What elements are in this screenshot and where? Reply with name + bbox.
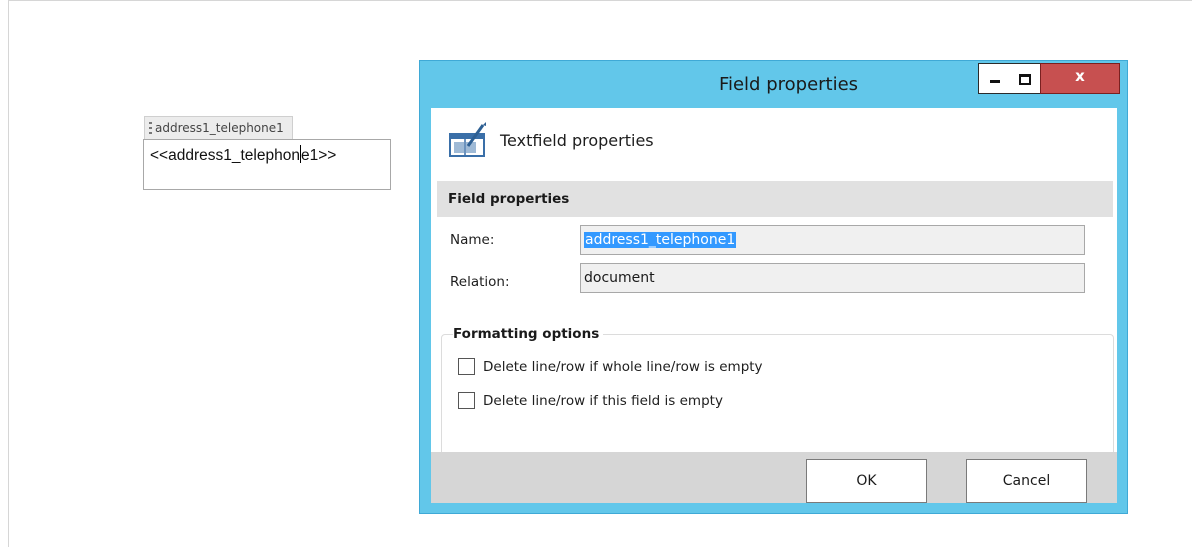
dialog-header-label: Textfield properties: [500, 130, 654, 150]
relation-label: Relation:: [450, 274, 510, 290]
maximize-button[interactable]: [1009, 63, 1041, 94]
merge-field-tag-label: address1_telephone1: [155, 121, 284, 135]
drag-grip-icon[interactable]: [149, 122, 152, 134]
minimize-button[interactable]: [978, 63, 1010, 94]
minimize-icon: [990, 80, 1000, 83]
option-label: Delete line/row if this field is empty: [483, 392, 723, 409]
merge-field-box[interactable]: <<address1_telephone1>>: [143, 139, 391, 190]
ok-button[interactable]: OK: [806, 459, 927, 503]
name-field[interactable]: address1_telephone1: [580, 225, 1085, 255]
name-field-value: address1_telephone1: [584, 232, 737, 248]
field-properties-dialog: Field properties x Textfield properties: [419, 60, 1128, 514]
merge-field-text-end: e1>>: [300, 147, 337, 164]
option-delete-if-field-empty[interactable]: Delete line/row if this field is empty: [458, 392, 723, 409]
name-label: Name:: [450, 232, 495, 248]
relation-field-value: document: [584, 270, 655, 286]
checkbox[interactable]: [458, 358, 475, 375]
option-delete-if-line-empty[interactable]: Delete line/row if whole line/row is emp…: [458, 358, 763, 375]
section-title: Field properties: [448, 191, 570, 207]
formatting-options-title: Formatting options: [453, 326, 604, 342]
cancel-button[interactable]: Cancel: [966, 459, 1087, 503]
relation-field[interactable]: document: [580, 263, 1085, 293]
dialog-titlebar[interactable]: Field properties x: [420, 61, 1127, 111]
dialog-body: Textfield properties Field properties Na…: [431, 108, 1117, 503]
checkbox[interactable]: [458, 392, 475, 409]
merge-field-tag[interactable]: address1_telephone1: [144, 116, 293, 139]
merge-field-text-start: <<address1_telephon: [150, 147, 300, 164]
textfield-properties-icon: [449, 122, 486, 157]
dialog-header: Textfield properties: [448, 120, 654, 160]
close-icon: x: [1075, 67, 1085, 85]
field-properties-section: Field properties: [437, 181, 1113, 217]
option-label: Delete line/row if whole line/row is emp…: [483, 358, 763, 375]
dialog-footer: OK Cancel: [431, 452, 1117, 503]
close-button[interactable]: x: [1040, 63, 1120, 94]
maximize-icon: [1019, 74, 1031, 85]
